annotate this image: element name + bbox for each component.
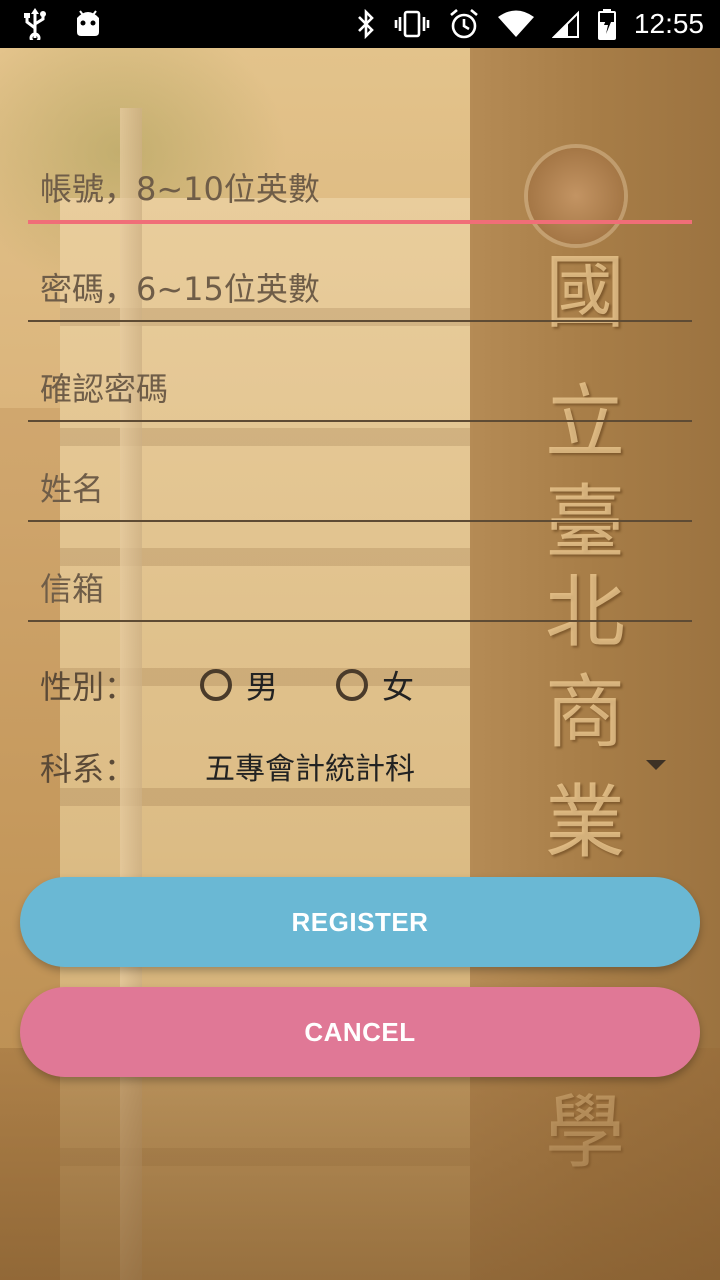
status-bar-notifications xyxy=(22,8,102,40)
password-input[interactable] xyxy=(40,260,680,318)
dropdown-arrow-icon[interactable] xyxy=(646,760,666,770)
account-input[interactable] xyxy=(40,160,680,218)
account-field-container xyxy=(28,160,692,224)
android-debug-icon xyxy=(74,8,102,40)
email-input[interactable] xyxy=(40,560,680,618)
alarm-icon xyxy=(448,8,480,40)
radio-button-icon[interactable] xyxy=(336,669,368,701)
confirm-password-field-container xyxy=(28,360,692,422)
name-input[interactable] xyxy=(40,460,680,518)
department-label: 科系： xyxy=(40,750,137,788)
status-bar: 12:55 xyxy=(0,0,720,48)
cell-signal-icon xyxy=(551,10,580,38)
battery-icon xyxy=(597,8,616,40)
email-field-container xyxy=(28,560,692,622)
password-field-container xyxy=(28,260,692,322)
register-button[interactable]: REGISTER xyxy=(20,877,700,967)
gender-option-label: 男 xyxy=(246,668,279,706)
bluetooth-icon xyxy=(356,9,376,39)
background-lower-shade xyxy=(0,1048,720,1280)
wifi-icon xyxy=(497,10,534,38)
cancel-button[interactable]: CANCEL xyxy=(20,987,700,1077)
department-selected-value[interactable]: 五專會計統計科 xyxy=(205,744,415,788)
vibrate-icon xyxy=(394,9,430,39)
status-bar-system-icons: 12:55 xyxy=(356,0,704,48)
name-field-container xyxy=(28,460,692,522)
usb-icon xyxy=(22,8,48,40)
gender-option-label: 女 xyxy=(382,668,415,706)
clock-time: 12:55 xyxy=(633,8,704,39)
confirm-password-input[interactable] xyxy=(40,360,680,418)
gender-label: 性別： xyxy=(40,668,137,706)
gender-radio-female[interactable]: 女 xyxy=(336,662,414,708)
radio-button-icon[interactable] xyxy=(200,669,232,701)
gender-radio-male[interactable]: 男 xyxy=(200,662,278,708)
